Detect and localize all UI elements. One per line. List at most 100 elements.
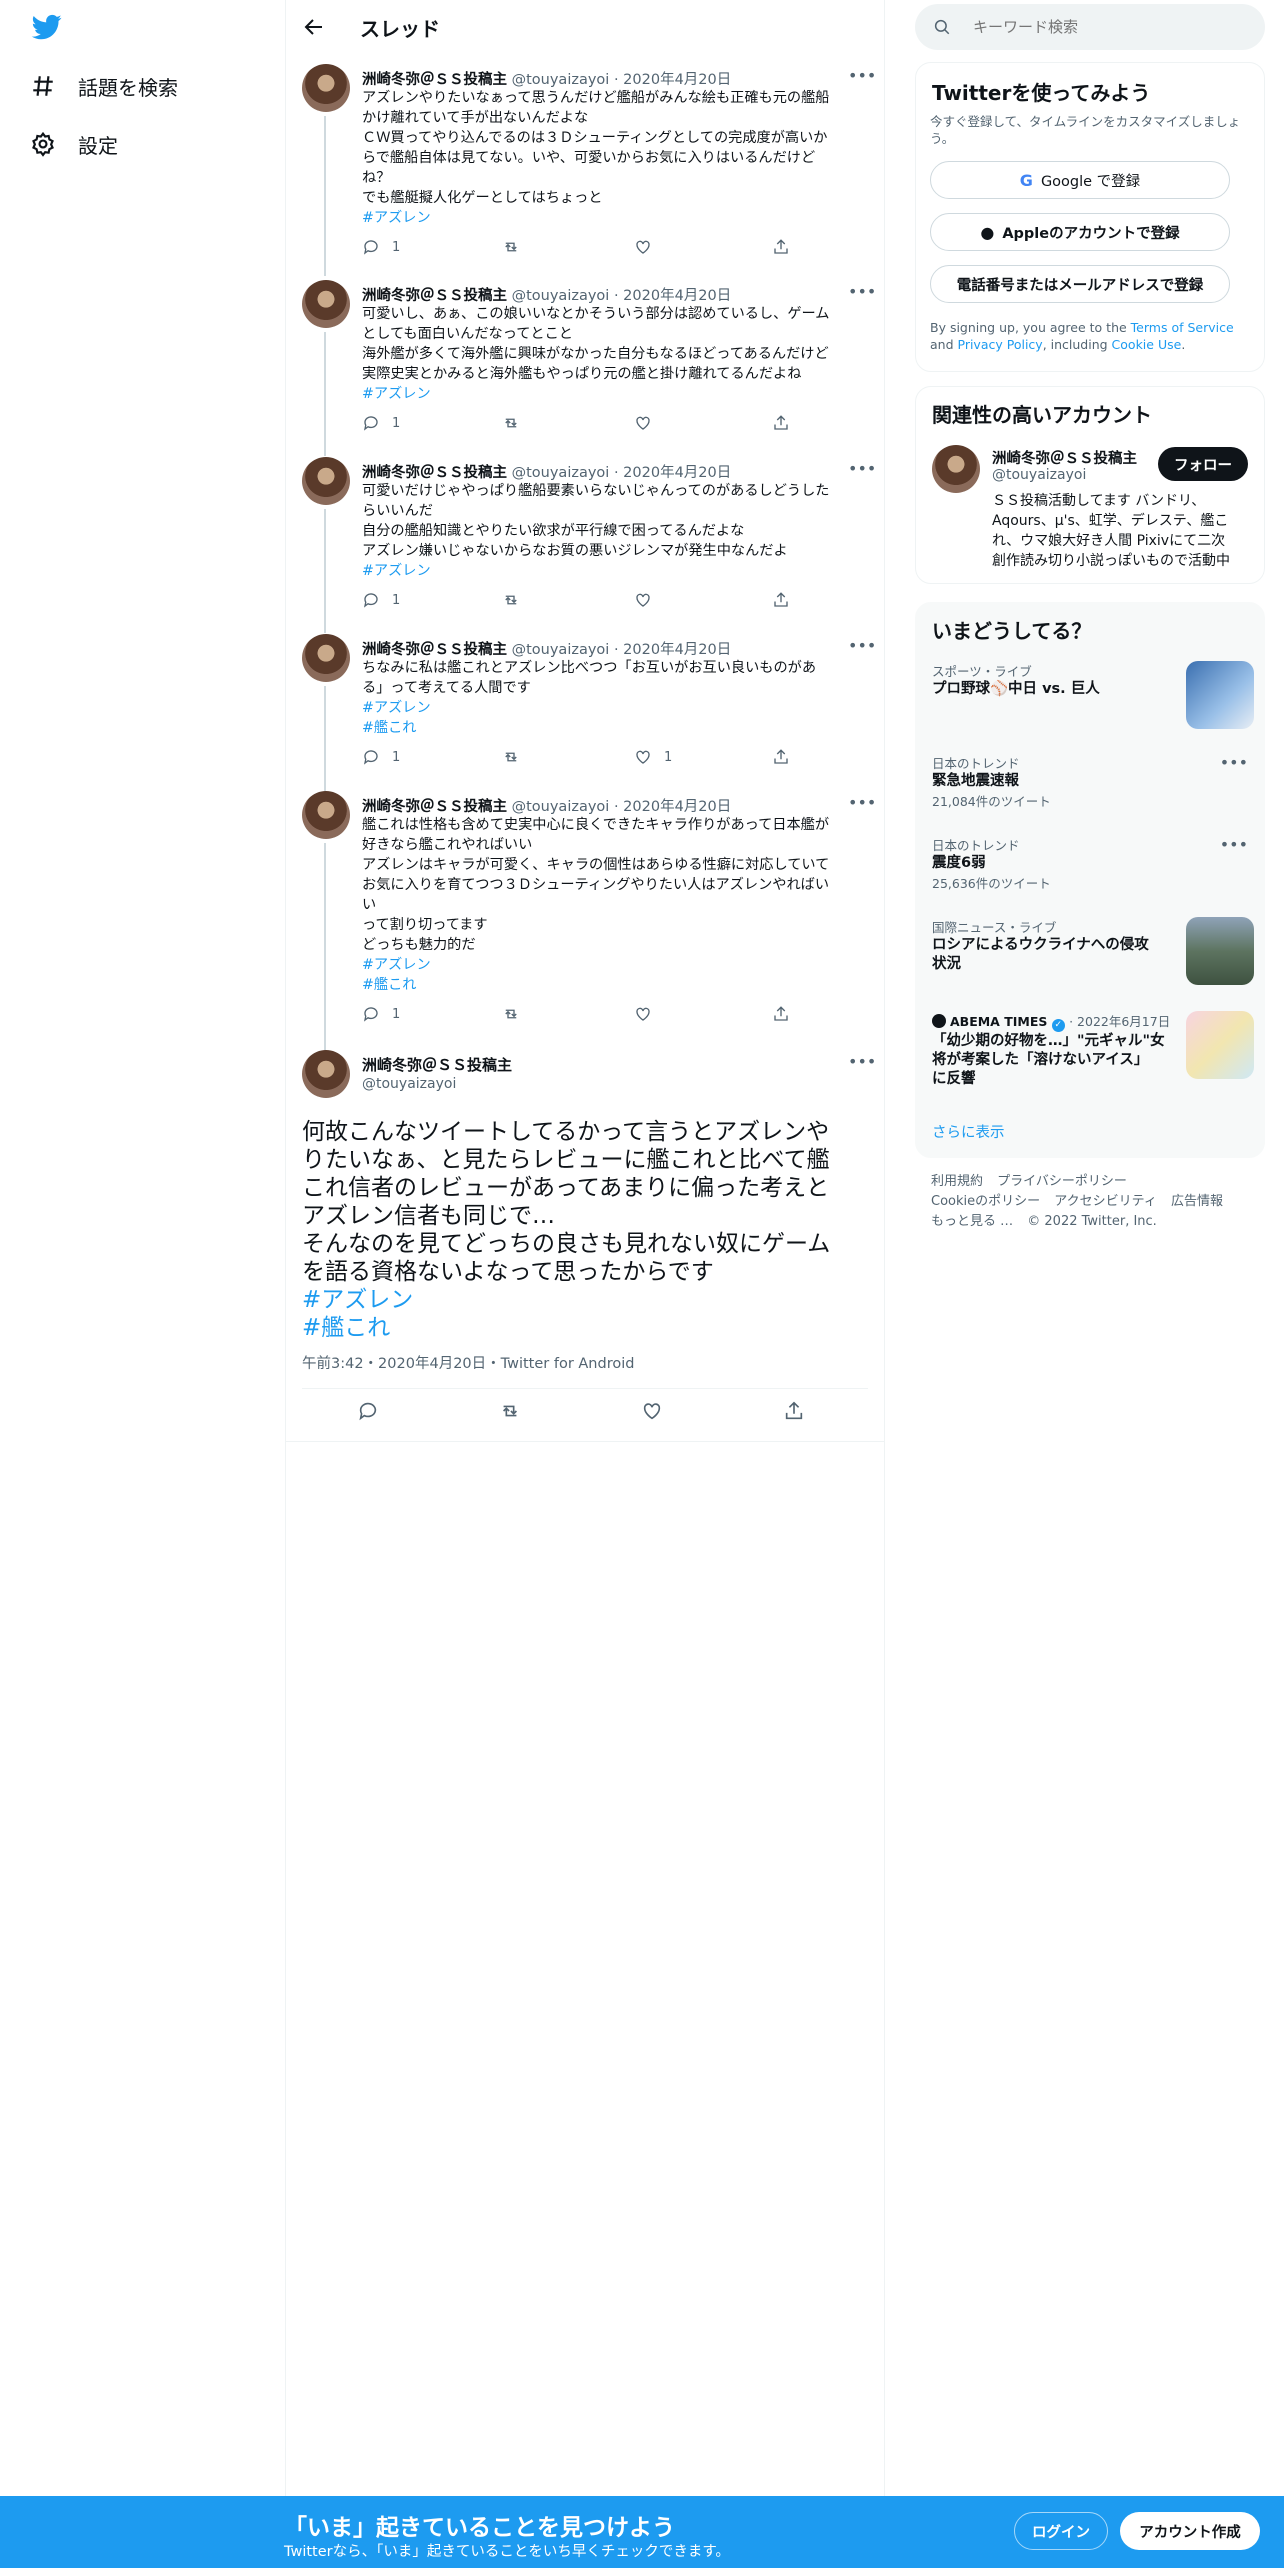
share-button[interactable] [772, 238, 790, 256]
show-more-link[interactable]: さらに表示 [932, 1121, 1005, 1142]
retweet-button[interactable] [502, 1005, 520, 1023]
trend-item[interactable]: 日本のトレンド 緊急地震速報 21,084件のツイート ••• [932, 753, 1252, 813]
author-handle[interactable]: @touyaizayoi [512, 72, 610, 88]
share-button[interactable] [772, 591, 790, 609]
cookie-link[interactable]: Cookie Use [1112, 337, 1182, 352]
apple-signup-button[interactable]: ● Appleのアカウントで登録 [930, 213, 1230, 251]
thread-tweet[interactable]: 洲崎冬弥＠ＳＳ投稿主 @touyaizayoi · 2020年4月20日 •••… [286, 634, 884, 794]
reply-button[interactable]: 1 [362, 414, 400, 432]
author-handle[interactable]: @touyaizayoi [512, 642, 610, 658]
hashtag-link[interactable]: #アズレン [362, 563, 431, 579]
tweet-timestamp[interactable]: 午前3:42・2020年4月20日・Twitter for Android [302, 1352, 634, 1373]
retweet-button[interactable] [502, 414, 520, 432]
tweet-date[interactable]: 2020年4月20日 [623, 465, 731, 481]
share-button[interactable] [772, 748, 790, 766]
account-handle[interactable]: @touyaizayoi [992, 467, 1086, 483]
reply-button[interactable]: 1 [362, 238, 400, 256]
author-name[interactable]: 洲崎冬弥＠ＳＳ投稿主 [362, 465, 507, 481]
author-name[interactable]: 洲崎冬弥＠ＳＳ投稿主 [362, 642, 507, 658]
avatar[interactable] [302, 280, 350, 328]
login-button[interactable]: ログイン [1014, 2512, 1108, 2550]
author-name[interactable]: 洲崎冬弥＠ＳＳ投稿主 [362, 1054, 512, 1075]
footer-more-link[interactable]: もっと見る … [931, 1214, 1013, 1229]
nav-settings[interactable]: 設定 [30, 122, 118, 166]
like-button[interactable] [634, 414, 652, 432]
avatar[interactable] [302, 457, 350, 505]
author-handle[interactable]: @touyaizayoi [512, 288, 610, 304]
avatar[interactable] [302, 64, 350, 112]
follow-button[interactable]: フォロー [1158, 447, 1248, 481]
share-button[interactable] [772, 414, 790, 432]
hashtag-link[interactable]: #アズレン [362, 700, 431, 716]
author-handle[interactable]: @touyaizayoi [512, 799, 610, 815]
reply-button[interactable]: 1 [362, 748, 400, 766]
reply-button[interactable]: 1 [362, 591, 400, 609]
back-arrow-icon[interactable] [302, 15, 326, 39]
retweet-button[interactable] [502, 748, 520, 766]
more-options-icon[interactable]: ••• [848, 636, 876, 656]
more-options-icon[interactable]: ••• [1220, 835, 1248, 854]
more-options-icon[interactable]: ••• [848, 459, 876, 479]
hashtag-link[interactable]: #艦これ [362, 720, 416, 736]
hashtag-link[interactable]: #アズレン [302, 1287, 413, 1313]
author-handle[interactable]: @touyaizayoi [362, 1076, 456, 1092]
tweet-date[interactable]: 2020年4月20日 [623, 799, 731, 815]
trend-item[interactable]: 国際ニュース・ライブ ロシアによるウクライナへの侵攻 状況 [932, 917, 1254, 987]
like-button[interactable]: 1 [634, 748, 672, 766]
like-button[interactable] [634, 238, 652, 256]
reply-button[interactable] [357, 1400, 379, 1422]
author-handle[interactable]: @touyaizayoi [512, 465, 610, 481]
hashtag-link[interactable]: #アズレン [362, 210, 431, 226]
footer-ads-link[interactable]: 広告情報 [1171, 1194, 1223, 1209]
signup-button[interactable]: アカウント作成 [1120, 2512, 1260, 2550]
hashtag-link[interactable]: #アズレン [362, 957, 431, 973]
author-name[interactable]: 洲崎冬弥＠ＳＳ投稿主 [362, 72, 507, 88]
more-options-icon[interactable]: ••• [1220, 753, 1248, 772]
search-input[interactable] [973, 18, 1253, 36]
account-name[interactable]: 洲崎冬弥＠ＳＳ投稿主 [992, 447, 1137, 468]
trend-item[interactable]: ABEMA TIMES ✓ · 2022年6月17日 「幼少期の好物を…」"元ギ… [932, 1011, 1254, 1101]
retweet-button[interactable] [499, 1400, 521, 1422]
nav-explore[interactable]: 話題を検索 [30, 64, 178, 108]
thread-tweet[interactable]: 洲崎冬弥＠ＳＳ投稿主 @touyaizayoi · 2020年4月20日 •••… [286, 457, 884, 633]
search-box[interactable] [915, 4, 1265, 50]
avatar[interactable] [302, 634, 350, 682]
thread-tweet[interactable]: 洲崎冬弥＠ＳＳ投稿主 @touyaizayoi · 2020年4月20日 •••… [286, 791, 884, 1083]
more-options-icon[interactable]: ••• [848, 1052, 876, 1072]
hashtag-link[interactable]: #艦これ [362, 977, 416, 993]
thread-tweet[interactable]: 洲崎冬弥＠ＳＳ投稿主 @touyaizayoi · 2020年4月20日 •••… [286, 280, 884, 456]
reply-button[interactable]: 1 [362, 1005, 400, 1023]
retweet-button[interactable] [502, 591, 520, 609]
trend-item[interactable]: スポーツ・ライブ プロ野球⚾中日 vs. 巨人 [932, 661, 1254, 731]
retweet-button[interactable] [502, 238, 520, 256]
hashtag-link[interactable]: #艦これ [302, 1315, 390, 1341]
privacy-link[interactable]: Privacy Policy [958, 337, 1043, 352]
avatar[interactable] [302, 1050, 350, 1098]
trend-item[interactable]: 日本のトレンド 震度6弱 25,636件のツイート ••• [932, 835, 1252, 895]
twitter-logo-icon[interactable] [30, 12, 66, 44]
google-signup-button[interactable]: G Google で登録 [930, 161, 1230, 199]
terms-link[interactable]: Terms of Service [1131, 320, 1234, 335]
like-button[interactable] [634, 1005, 652, 1023]
footer-accessibility-link[interactable]: アクセシビリティ [1054, 1194, 1157, 1209]
author-name[interactable]: 洲崎冬弥＠ＳＳ投稿主 [362, 288, 507, 304]
tweet-date[interactable]: 2020年4月20日 [623, 288, 731, 304]
like-button[interactable] [641, 1400, 663, 1422]
thread-tweet[interactable]: 洲崎冬弥＠ＳＳ投稿主 @touyaizayoi · 2020年4月20日 •••… [286, 64, 884, 276]
avatar[interactable] [932, 445, 980, 493]
avatar[interactable] [302, 791, 350, 839]
more-options-icon[interactable]: ••• [848, 282, 876, 302]
share-button[interactable] [772, 1005, 790, 1023]
more-options-icon[interactable]: ••• [848, 66, 876, 86]
footer-privacy-link[interactable]: プライバシーポリシー [997, 1174, 1127, 1189]
tweet-date[interactable]: 2020年4月20日 [623, 642, 731, 658]
share-button[interactable] [783, 1400, 805, 1422]
hashtag-link[interactable]: #アズレン [362, 386, 431, 402]
like-button[interactable] [634, 591, 652, 609]
footer-cookie-link[interactable]: Cookieのポリシー [931, 1194, 1040, 1209]
more-options-icon[interactable]: ••• [848, 793, 876, 813]
footer-terms-link[interactable]: 利用規約 [931, 1174, 983, 1189]
author-name[interactable]: 洲崎冬弥＠ＳＳ投稿主 [362, 799, 507, 815]
tweet-date[interactable]: 2020年4月20日 [623, 72, 731, 88]
phone-email-signup-button[interactable]: 電話番号またはメールアドレスで登録 [930, 265, 1230, 303]
